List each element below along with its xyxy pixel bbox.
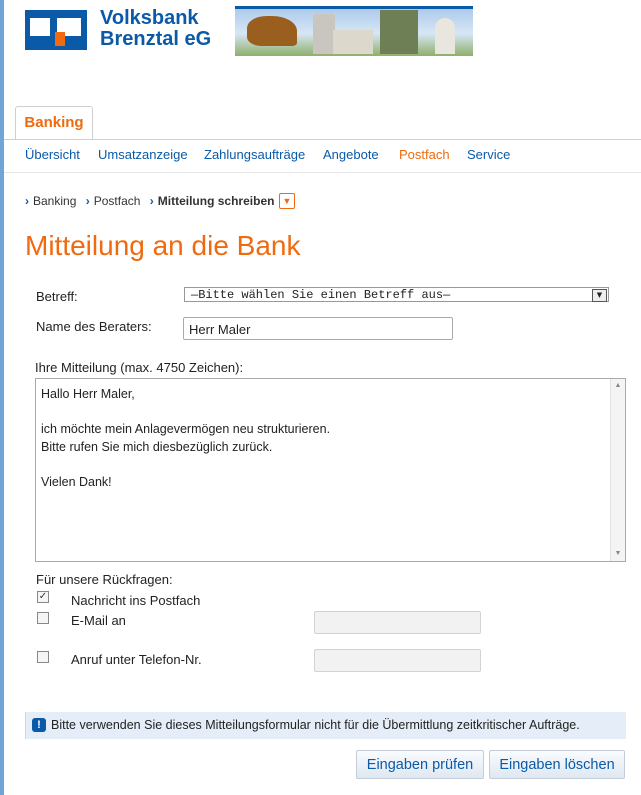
tab-divider [4,139,641,140]
chevron-right-icon: › [25,194,29,208]
berater-label: Name des Beraters: [36,319,152,334]
checkbox-email[interactable] [37,612,49,624]
exclamation-icon: ! [32,718,46,732]
tab-banking[interactable]: Banking [15,106,93,140]
scroll-up-icon[interactable]: ▲ [613,381,623,391]
checkbox-telefon[interactable] [37,651,49,663]
textarea-scrollbar[interactable]: ▲ ▼ [610,379,625,561]
header-photo-banner [235,6,473,56]
betreff-selected-value: —Bitte wählen Sie einen Betreff aus— [191,288,451,302]
message-textarea[interactable]: Hallo Herr Maler, ich möchte mein Anlage… [35,378,626,562]
checkbox-postfach[interactable]: ✓ [37,591,49,603]
option-postfach-label: Nachricht ins Postfach [71,593,201,608]
nav-uebersicht[interactable]: Übersicht [25,147,80,162]
chevron-right-icon: › [85,194,90,208]
betreff-label: Betreff: [36,289,78,304]
left-edge-bar [0,0,4,795]
breadcrumb-dropdown-button[interactable]: ▼ [279,193,295,209]
option-email-label: E-Mail an [71,613,126,628]
breadcrumb-postfach[interactable]: Postfach [94,194,141,208]
page-title: Mitteilung an die Bank [25,230,301,261]
bank-logo [25,10,87,50]
checkmark-icon: ✓ [38,591,48,602]
bank-name-line2: Brenztal eG [100,28,212,50]
berater-input[interactable]: Herr Maler [183,317,453,340]
scroll-down-icon[interactable]: ▼ [613,549,623,559]
option-telefon-label: Anruf unter Telefon-Nr. [71,652,202,667]
bank-name: Volksbank Brenztal eG [100,8,211,50]
bank-name-line1: Volksbank [100,7,199,29]
message-label: Ihre Mitteilung (max. 4750 Zeichen): [35,360,244,375]
message-text: Hallo Herr Maler, ich möchte mein Anlage… [41,387,331,489]
clear-inputs-button[interactable]: Eingaben löschen [489,750,625,779]
chevron-right-icon: › [149,194,154,208]
email-field[interactable] [314,611,481,634]
breadcrumb-current: Mitteilung schreiben [157,194,275,208]
check-inputs-button[interactable]: Eingaben prüfen [356,750,484,779]
chevron-down-icon: ▼ [592,289,607,302]
chevron-down-icon: ▼ [282,196,292,206]
breadcrumb: › Banking › Postfach › Mitteilung schreiben [25,194,274,208]
nav-angebote[interactable]: Angebote [323,147,379,162]
nav-service[interactable]: Service [467,147,510,162]
nav-postfach[interactable]: Postfach [399,147,450,162]
nav-zahlungsauftraege[interactable]: Zahlungsaufträge [204,147,305,162]
breadcrumb-banking[interactable]: Banking [33,194,76,208]
notice-text: Bitte verwenden Sie dieses Mitteilungsfo… [51,718,580,732]
nav-umsatzanzeige[interactable]: Umsatzanzeige [98,147,188,162]
rueckfragen-label: Für unsere Rückfragen: [36,572,173,587]
info-notice: ! Bitte verwenden Sie dieses Mitteilungs… [25,712,626,739]
telefon-field[interactable] [314,649,481,672]
nav-divider [4,172,641,173]
betreff-select[interactable]: —Bitte wählen Sie einen Betreff aus— ▼ [184,287,609,302]
